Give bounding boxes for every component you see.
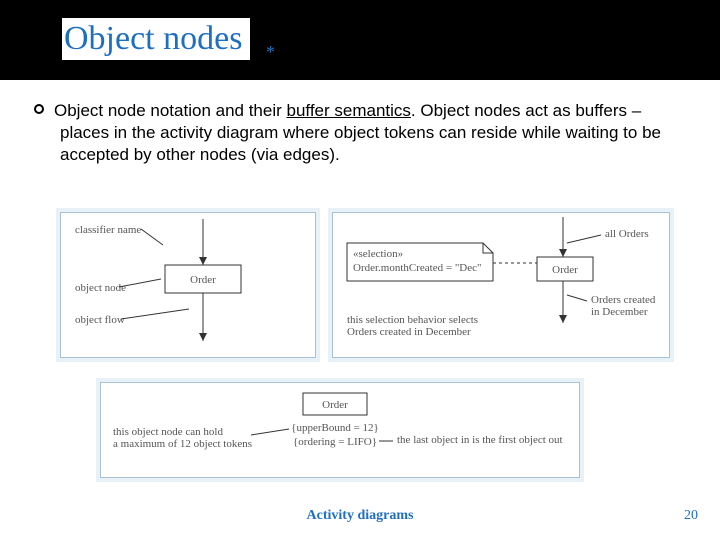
order-node-3: Order	[322, 399, 348, 411]
diagram-constraints: Order {upperBound = 12} {ordering = LIFO…	[100, 382, 580, 478]
diagram-row-1: classifier name object node object flow …	[60, 212, 670, 358]
selection-stereotype: «selection»	[353, 248, 403, 260]
title-box: Object nodes	[62, 18, 250, 60]
diagram-basic-svg: classifier name object node object flow …	[61, 213, 317, 359]
page-number: 20	[684, 508, 698, 524]
order-node-2: Order	[552, 264, 578, 276]
page-title: Object nodes	[64, 20, 242, 57]
bullet-icon	[34, 104, 44, 114]
asterisk-right: *	[266, 42, 275, 63]
footer-text: Activity diagrams	[0, 508, 720, 524]
label-object-node-1: object node	[75, 282, 126, 294]
left-label-1: this object node can hold	[113, 426, 223, 438]
label-all-orders: all Orders	[605, 228, 649, 240]
body-text-b: buffer semantics	[287, 101, 411, 120]
label-in-december: in December	[591, 306, 648, 318]
selection-expr: Order.monthCreated = "Dec"	[353, 262, 482, 274]
caption-selection-1: this selection behavior selects	[347, 314, 478, 326]
label-classifier-name: classifier name	[75, 224, 141, 236]
label-orders-created: Orders created	[591, 294, 656, 306]
body-paragraph: Object node notation and their buffer se…	[60, 100, 670, 166]
diagram-constraints-svg: Order {upperBound = 12} {ordering = LIFO…	[101, 383, 581, 479]
diagram-selection-svg: «selection» Order.monthCreated = "Dec" O…	[333, 213, 671, 359]
left-label-2: a maximum of 12 object tokens	[113, 438, 252, 450]
body-text-a: Object node notation and their	[54, 101, 287, 120]
slide: * Object nodes * Object node notation an…	[0, 0, 720, 540]
diagram-selection: «selection» Order.monthCreated = "Dec" O…	[332, 212, 670, 358]
constraint-ordering: {ordering = LIFO}	[293, 436, 377, 448]
constraint-upperbound: {upperBound = 12}	[291, 422, 379, 434]
right-label: the last object in is the first object o…	[397, 434, 563, 446]
caption-selection-2: Orders created in December	[347, 326, 471, 338]
diagram-row-2: Order {upperBound = 12} {ordering = LIFO…	[100, 382, 580, 478]
diagram-basic-notation: classifier name object node object flow …	[60, 212, 316, 358]
label-object-flow-1: object flow	[75, 314, 125, 326]
order-node-1: Order	[190, 274, 216, 286]
